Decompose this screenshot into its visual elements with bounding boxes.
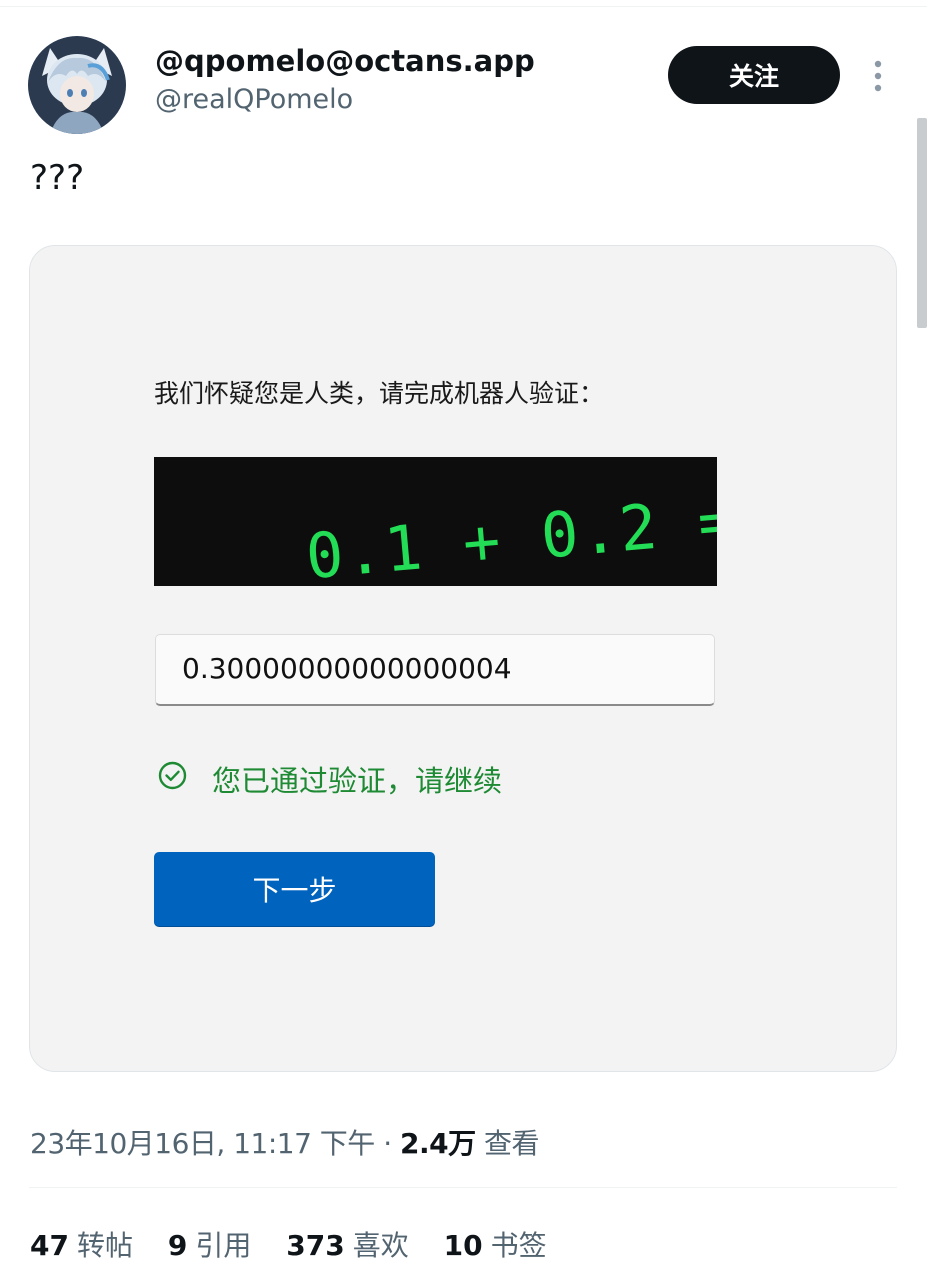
- captcha-answer-input[interactable]: 0.30000000000000004: [155, 634, 715, 706]
- more-vertical-icon[interactable]: [866, 58, 890, 94]
- stat-label: 喜欢: [352, 1229, 409, 1262]
- stat-label: 引用: [195, 1229, 252, 1262]
- stat-count: 9: [167, 1229, 188, 1262]
- page-scrollbar[interactable]: [917, 118, 927, 328]
- engagement-stats: 47 转帖 9 引用 373 喜欢 10 书签: [30, 1224, 573, 1264]
- meta-separator: ·: [383, 1127, 392, 1160]
- author-avatar[interactable]: [28, 36, 126, 134]
- author-display-name[interactable]: @qpomelo@octans.app: [155, 44, 535, 78]
- stat-reposts[interactable]: 47 转帖: [30, 1229, 133, 1262]
- captcha-prompt: 我们怀疑您是人类，请完成机器人验证：: [154, 379, 605, 408]
- stat-label: 书签: [490, 1229, 547, 1262]
- tweet-meta: 23年10月16日, 11:17 下午 · 2.4万 查看: [30, 1122, 540, 1162]
- follow-button[interactable]: 关注: [668, 46, 840, 104]
- stat-count: 373: [286, 1229, 345, 1262]
- top-divider: [0, 6, 927, 7]
- views-count: 2.4万: [400, 1127, 476, 1160]
- anime-avatar-icon: [28, 36, 126, 134]
- captcha-text: 0.1 + 0.2 = ?: [303, 476, 717, 586]
- stats-divider: [29, 1187, 897, 1188]
- stat-bookmarks[interactable]: 10 书签: [444, 1229, 547, 1262]
- stat-count: 10: [443, 1229, 483, 1262]
- stat-likes[interactable]: 373 喜欢: [286, 1229, 408, 1262]
- tweet-text: ???: [30, 158, 85, 198]
- stat-count: 47: [30, 1229, 69, 1262]
- author-handle[interactable]: @realQPomelo: [155, 84, 353, 115]
- next-step-button[interactable]: 下一步: [154, 852, 435, 926]
- stat-quotes[interactable]: 9 引用: [168, 1229, 252, 1262]
- verification-success-message: 您已通过验证，请继续: [212, 764, 503, 798]
- check-circle-icon: [158, 761, 187, 790]
- stat-label: 转帖: [76, 1229, 133, 1262]
- captcha-image: 0.1 + 0.2 = ?: [154, 457, 819, 593]
- tweet-timestamp[interactable]: 23年10月16日, 11:17 下午: [30, 1127, 375, 1160]
- views-label: 查看: [484, 1127, 540, 1160]
